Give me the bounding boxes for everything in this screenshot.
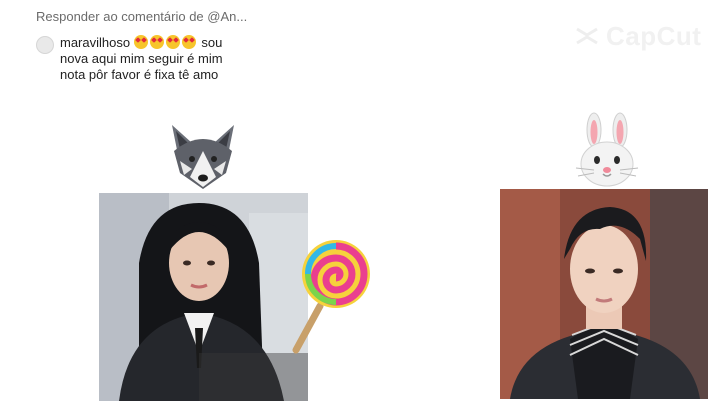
heart-eyes-icon [133,35,148,49]
reply-header: Responder ao comentário de @An... [36,9,248,24]
comment-username: maravilhoso [60,35,131,50]
comment-line2: nova aqui mim seguir é mim [60,51,223,66]
rabbit-icon [575,112,639,187]
heart-eyes-emoji-group [133,35,202,50]
avatar[interactable] [36,36,54,54]
comment-line1-rest: sou [201,35,223,50]
man-photo-illustration [500,189,708,399]
heart-eyes-icon [165,35,180,49]
woman-photo-illustration [99,193,308,401]
comment: maravilhoso sou nova aqui mim seguir é m… [36,35,276,83]
photo-right [500,189,708,399]
wolf-icon [172,125,234,189]
heart-eyes-icon [149,35,164,49]
photo-left [99,193,308,401]
comment-text: maravilhoso sou nova aqui mim seguir é m… [60,35,276,83]
capcut-watermark: CapCut [574,21,701,52]
lollipop-icon [292,240,370,354]
comment-line3: nota pôr favor é fixa tê amo [60,67,219,82]
watermark-text: CapCut [606,21,702,51]
heart-eyes-icon [181,35,196,49]
